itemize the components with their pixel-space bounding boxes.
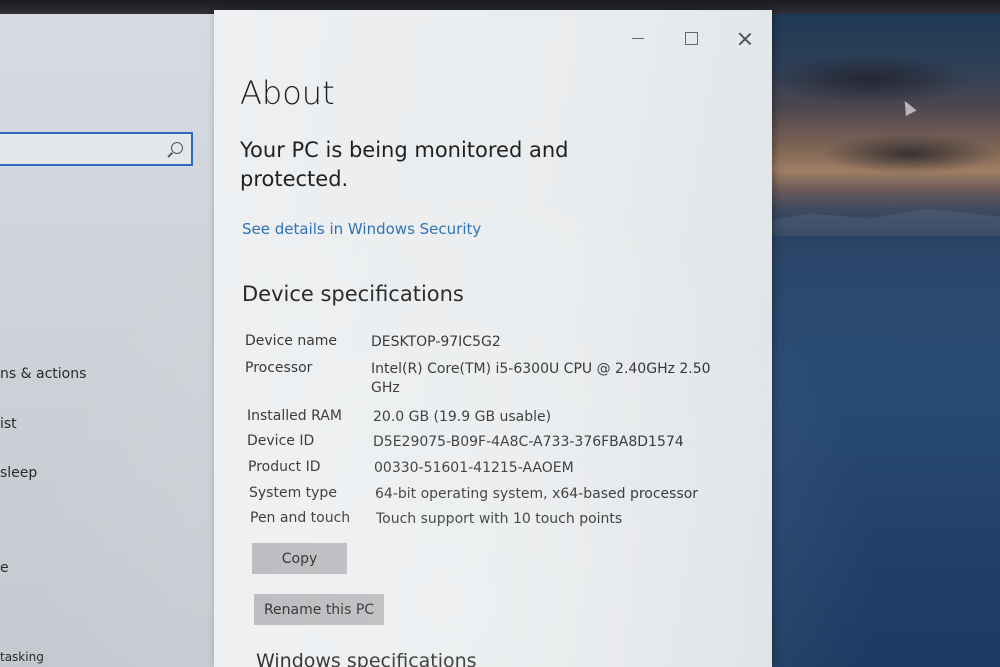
nav-item-power-sleep[interactable]: sleep xyxy=(0,465,37,481)
spec-value: DESKTOP-97IC5G2 xyxy=(371,334,501,350)
spec-value: 00330-51601-41215-AAOEM xyxy=(374,460,574,476)
wallpaper-cloud xyxy=(770,54,970,104)
windows-security-link[interactable]: See details in Windows Security xyxy=(242,220,481,238)
device-specifications-heading: Device specifications xyxy=(242,282,464,306)
spec-label: Device name xyxy=(245,333,338,349)
maximize-icon[interactable] xyxy=(685,32,698,45)
nav-item-storage[interactable]: e xyxy=(0,560,9,576)
spec-label: Installed RAM xyxy=(247,408,342,424)
spec-label: Processor xyxy=(245,360,313,376)
rename-pc-button[interactable]: Rename this PC xyxy=(254,594,384,625)
spec-label: System type xyxy=(249,485,337,501)
spec-value: Touch support with 10 touch points xyxy=(376,511,623,527)
copy-button[interactable]: Copy xyxy=(252,543,347,574)
settings-search-input[interactable] xyxy=(0,132,193,166)
wallpaper-mountain xyxy=(760,208,1000,236)
about-window: About Your PC is being monitored and pro… xyxy=(214,10,772,667)
spec-value: D5E29075-B09F-4A8C-A733-376FBA8D1574 xyxy=(373,434,684,450)
page-title: About xyxy=(240,74,335,112)
settings-nav-pane: ns & actions ist sleep e tasking xyxy=(0,14,214,667)
nav-item-notifications[interactable]: ns & actions xyxy=(0,366,86,382)
protection-status-message: Your PC is being monitored and protected… xyxy=(240,138,569,191)
close-icon[interactable] xyxy=(738,32,752,46)
wallpaper-cloud xyxy=(820,134,1000,174)
spec-value: Intel(R) Core(TM) i5-6300U CPU @ 2.40GHz… xyxy=(371,361,711,396)
spec-value: 64-bit operating system, x64-based proce… xyxy=(375,486,699,502)
spec-value: 20.0 GB (19.9 GB usable) xyxy=(373,409,552,425)
desktop-wallpaper xyxy=(760,14,1000,667)
spec-label: Device ID xyxy=(247,433,315,449)
nav-item-multitasking[interactable]: tasking xyxy=(0,650,44,664)
spec-label: Pen and touch xyxy=(250,510,351,526)
nav-item-focus-assist[interactable]: ist xyxy=(0,416,17,432)
search-icon[interactable] xyxy=(171,142,183,154)
windows-specifications-heading: Windows specifications xyxy=(256,650,477,667)
spec-label: Product ID xyxy=(248,459,321,475)
minimize-icon[interactable] xyxy=(632,38,644,39)
